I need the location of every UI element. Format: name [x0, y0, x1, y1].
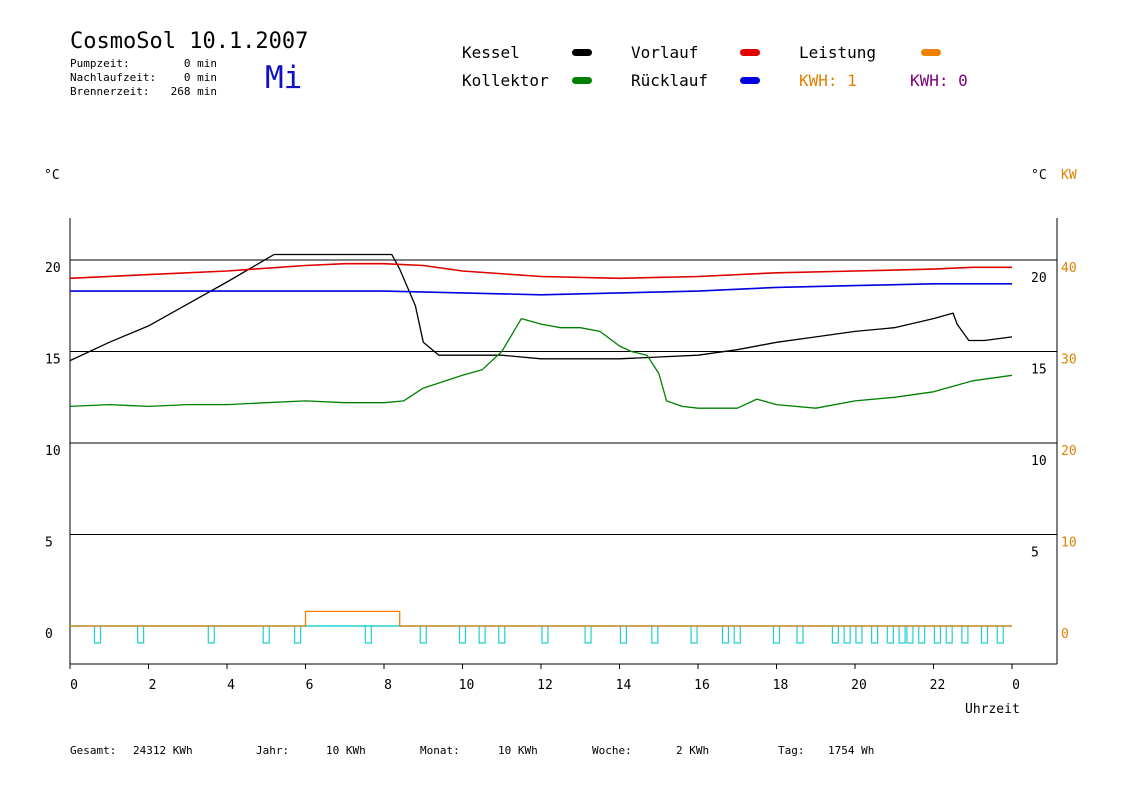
- footer-jahr-value: 10 KWh: [326, 744, 366, 757]
- y-tick-label-right-kw-40: 40: [1061, 261, 1077, 276]
- pump-pulse-2: [207, 626, 215, 644]
- pump-pulse-4: [294, 626, 302, 644]
- x-tick-label-9: 18: [773, 678, 789, 693]
- pump-pulse-0: [93, 626, 102, 644]
- footer-tag-value: 1754 Wh: [828, 744, 875, 757]
- pump-pulse-9: [498, 626, 506, 644]
- pump-pulse-8: [478, 626, 486, 644]
- footer-jahr-label: Jahr:: [256, 744, 290, 757]
- y-tick-label-right-kw-20: 20: [1061, 444, 1077, 459]
- pump-pulse-22: [871, 626, 879, 644]
- y-tick-label-right-c-15: 15: [1031, 363, 1047, 378]
- pump-pulse-23: [886, 626, 894, 644]
- x-tick-label-6: 12: [537, 678, 553, 693]
- footer-gesamt-label: Gesamt:: [70, 744, 117, 757]
- x-tick-label-11: 22: [930, 678, 946, 693]
- y-tick-label-left-10: 10: [45, 444, 61, 459]
- y-tick-label-left-5: 5: [45, 536, 53, 551]
- pump-pulse-12: [619, 626, 628, 644]
- pump-pulse-17: [772, 626, 781, 644]
- pump-pulse-21: [855, 626, 863, 644]
- pump-pulse-11: [584, 626, 592, 644]
- footer-tag-label: Tag:: [778, 744, 805, 757]
- y-tick-label-left-15: 15: [45, 353, 61, 368]
- x-tick-label-12: 0: [1012, 678, 1020, 693]
- y-tick-label-right-kw-30: 30: [1061, 353, 1077, 368]
- pump-pulse-14: [690, 626, 698, 644]
- y-tick-label-left-0: 0: [45, 627, 53, 642]
- x-tick-label-3: 6: [306, 678, 314, 693]
- x-tick-label-8: 16: [694, 678, 710, 693]
- pump-pulse-1: [137, 626, 145, 644]
- y-tick-label-right-c-20: 20: [1031, 271, 1047, 286]
- footer-monat-label: Monat:: [420, 744, 460, 757]
- pump-pulse-13: [651, 626, 659, 644]
- footer-woche-label: Woche:: [592, 744, 632, 757]
- x-tick-label-1: 2: [149, 678, 157, 693]
- x-tick-label-10: 20: [851, 678, 867, 693]
- pump-pulse-26: [918, 626, 926, 644]
- footer-woche-value: 2 KWh: [676, 744, 710, 757]
- x-tick-label-5: 10: [459, 678, 475, 693]
- pump-pulse-5: [364, 626, 372, 644]
- y-tick-label-right-kw-0: 0: [1061, 627, 1069, 642]
- temperature-chart: 0 5 10 15 20 5 10 15 20 0 10 20 30 40 0 2 4 6 8 10 12 14 16 18 2…: [45, 218, 1077, 693]
- series-line-ruecklauf: [70, 282, 1012, 296]
- pump-pulse-19: [831, 626, 839, 644]
- pump-pulse-20: [843, 626, 851, 644]
- footer-monat-value: 10 KWh: [498, 744, 538, 757]
- x-tick-label-0: 0: [70, 678, 78, 693]
- pump-pulse-27: [933, 626, 942, 644]
- pump-pulse-3: [262, 626, 270, 644]
- x-tick-label-4: 8: [384, 678, 392, 693]
- pump-pulse-29: [961, 626, 969, 644]
- series-line-vorlauf: [69, 262, 1012, 280]
- pump-pulse-6: [419, 626, 427, 644]
- pump-pulse-16: [733, 626, 741, 644]
- pump-pulse-28: [945, 626, 953, 644]
- footer-gesamt-value: 24312 KWh: [133, 744, 193, 757]
- series-line-leistung: [70, 610, 1012, 627]
- pump-pulse-30: [980, 626, 989, 644]
- pump-pulse-24: [898, 626, 906, 644]
- y-tick-label-right-c-10: 10: [1031, 454, 1047, 469]
- series-line-kollektor: [69, 317, 1013, 409]
- x-tick-label-2: 4: [227, 678, 235, 693]
- pump-pulse-15: [721, 626, 730, 644]
- pump-pulse-7: [458, 626, 467, 644]
- pump-pulse-31: [996, 626, 1004, 644]
- y-tick-label-right-c-5: 5: [1031, 546, 1039, 561]
- y-tick-label-right-kw-10: 10: [1061, 536, 1077, 551]
- pump-pulse-25: [906, 626, 914, 644]
- y-tick-label-left-20: 20: [45, 261, 61, 276]
- x-tick-label-7: 14: [616, 678, 632, 693]
- pump-pulse-10: [541, 626, 549, 644]
- pump-pulse-18: [796, 626, 804, 644]
